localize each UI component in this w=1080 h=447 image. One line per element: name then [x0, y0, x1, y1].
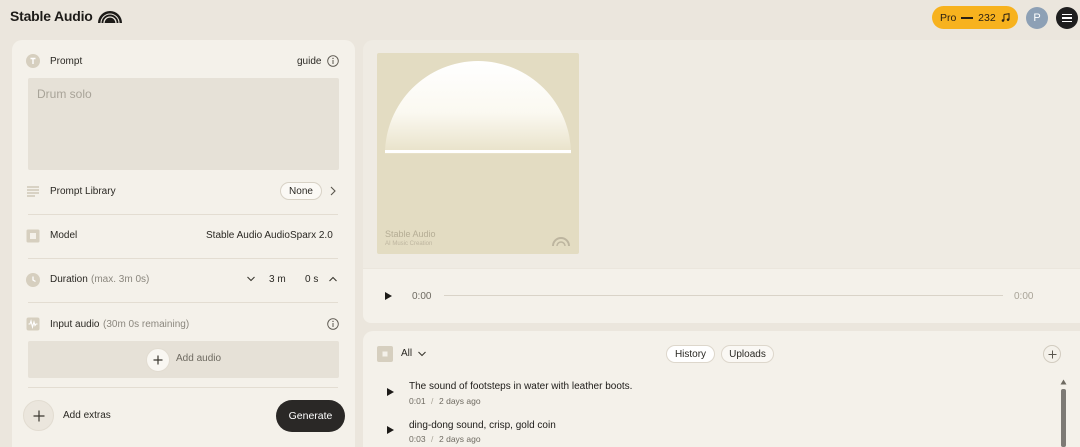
logo-text: Stable Audio: [10, 8, 93, 24]
divider: [28, 214, 338, 215]
track-duration: 0:01: [409, 396, 426, 406]
pill-divider: [961, 16, 974, 19]
model-select[interactable]: Stable Audio AudioSparx 2.0: [206, 230, 333, 241]
cover-title: Stable Audio: [385, 229, 436, 239]
track-title[interactable]: The sound of footsteps in water with lea…: [409, 381, 632, 392]
model-square-icon: [377, 346, 393, 362]
plus-icon: [33, 410, 44, 421]
track-age: 2 days ago: [439, 396, 481, 406]
plan-label: Pro: [940, 11, 957, 24]
duration-seconds[interactable]: 0 s: [305, 274, 318, 285]
divider: [28, 302, 338, 303]
info-icon[interactable]: [327, 318, 339, 330]
cover-art: Stable Audio AI Music Creation: [377, 53, 579, 254]
hamburger-icon[interactable]: [1056, 7, 1078, 29]
input-audio-hint: (30m 0s remaining): [103, 319, 190, 330]
prompt-input[interactable]: [28, 78, 339, 170]
add-track-button[interactable]: [1043, 345, 1061, 363]
generate-button[interactable]: Generate: [276, 400, 345, 432]
clock-icon: [26, 273, 40, 287]
plus-icon[interactable]: [146, 348, 170, 372]
chevron-right-icon[interactable]: [328, 185, 338, 197]
input-audio-label: Input audio: [50, 319, 100, 330]
app-logo[interactable]: Stable Audio: [10, 8, 123, 24]
player-progress-bar[interactable]: [444, 295, 1003, 296]
separator: /: [431, 434, 434, 444]
track-title[interactable]: ding-dong sound, crisp, gold coin: [409, 420, 556, 431]
dome-logo-icon: [552, 237, 570, 247]
chevron-up-icon[interactable]: [328, 274, 338, 284]
player-total-time: 0:00: [1014, 291, 1034, 302]
tab-history[interactable]: History: [666, 345, 715, 363]
tab-uploads[interactable]: Uploads: [721, 345, 774, 363]
play-icon[interactable]: [385, 292, 392, 300]
library-filter[interactable]: All: [401, 348, 412, 359]
scroll-thumb[interactable]: [1061, 389, 1066, 447]
chevron-down-icon[interactable]: [417, 349, 427, 359]
track-age: 2 days ago: [439, 434, 481, 444]
model-square-icon: [26, 229, 40, 243]
player-current-time: 0:00: [412, 291, 432, 302]
model-label: Model: [50, 230, 78, 241]
divider: [28, 387, 338, 388]
duration-minutes[interactable]: 3 m: [269, 274, 286, 285]
play-icon[interactable]: [387, 426, 394, 434]
avatar[interactable]: P: [1026, 7, 1048, 29]
play-icon[interactable]: [387, 388, 394, 396]
divider: [28, 258, 338, 259]
music-note-icon: [1001, 13, 1010, 22]
prompt-library-select[interactable]: None: [280, 182, 322, 200]
add-audio-dropzone[interactable]: Add audio: [28, 341, 339, 378]
audio-player: [363, 269, 1080, 323]
prompt-label: Prompt: [50, 56, 83, 67]
info-icon[interactable]: [327, 55, 339, 67]
library-scrollbar[interactable]: [1059, 377, 1068, 447]
add-audio-label[interactable]: Add audio: [176, 353, 221, 364]
generation-panel: Prompt guide Prompt Library None Model S…: [12, 40, 355, 447]
scroll-up-icon[interactable]: [1060, 379, 1067, 385]
duration-hint: (max. 3m 0s): [91, 274, 150, 285]
chevron-down-icon[interactable]: [246, 274, 256, 284]
cover-subtitle: AI Music Creation: [385, 241, 433, 247]
add-extras-label[interactable]: Add extras: [63, 410, 111, 421]
credits-count: 232: [978, 11, 996, 24]
separator: /: [431, 396, 434, 406]
list-icon: [27, 186, 39, 197]
guide-link[interactable]: guide: [297, 56, 321, 67]
add-extras-button[interactable]: [23, 400, 54, 431]
plus-icon: [1048, 350, 1056, 358]
waveform-icon: [26, 317, 40, 331]
text-t-icon: [26, 54, 40, 68]
dome-logo-icon: [97, 11, 122, 24]
prompt-library-label: Prompt Library: [50, 186, 116, 197]
track-duration: 0:03: [409, 434, 426, 444]
credits-pill[interactable]: Pro 232: [932, 6, 1018, 29]
duration-label: Duration: [50, 274, 88, 285]
cover-dome-graphic: [385, 61, 571, 154]
